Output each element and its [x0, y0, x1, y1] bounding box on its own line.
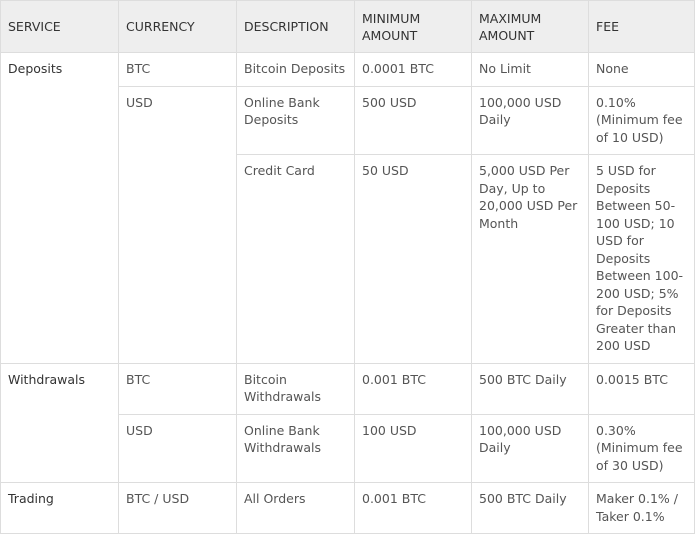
table-row: Withdrawals BTC Bitcoin Withdrawals 0.00… [0, 362, 695, 483]
description-cell: Bitcoin Deposits [236, 52, 355, 87]
table-body: Deposits BTC Bitcoin Deposits 0.0001 BTC… [0, 52, 695, 534]
currency-cell: BTC [118, 362, 237, 415]
maximum-cell: 500 BTC Daily [471, 482, 589, 534]
header-description: DESCRIPTION [236, 0, 355, 53]
header-fee: FEE [588, 0, 695, 53]
minimum-cell: 100 USD [354, 413, 472, 483]
maximum-cell: 100,000 USD Daily [471, 85, 589, 155]
fee-cell: 0.0015 BTC [588, 362, 695, 415]
maximum-cell: No Limit [471, 52, 589, 87]
description-cell: Credit Card [236, 154, 355, 364]
fee-table: SERVICE CURRENCY DESCRIPTION MINIMUM AMO… [0, 0, 695, 534]
minimum-cell: 0.001 BTC [354, 482, 472, 534]
maximum-cell: 500 BTC Daily [471, 362, 589, 415]
maximum-cell: 5,000 USD Per Day, Up to 20,000 USD Per … [471, 154, 589, 364]
currency-cell: BTC / USD [118, 482, 237, 534]
header-maximum-amount: MAXIMUM AMOUNT [471, 0, 589, 53]
header-minimum-amount: MINIMUM AMOUNT [354, 0, 472, 53]
minimum-cell: 0.001 BTC [354, 362, 472, 415]
table-row: Deposits BTC Bitcoin Deposits 0.0001 BTC… [0, 52, 695, 364]
currency-cell: USD [118, 413, 237, 483]
fee-cell: 0.30% (Minimum fee of 30 USD) [588, 413, 695, 483]
header-currency: CURRENCY [118, 0, 237, 53]
currency-cell: BTC [118, 52, 237, 87]
description-cell: All Orders [236, 482, 355, 534]
description-cell: Online Bank Withdrawals [236, 413, 355, 483]
service-deposits: Deposits [0, 52, 119, 364]
header-service: SERVICE [0, 0, 119, 53]
minimum-cell: 0.0001 BTC [354, 52, 472, 87]
fee-cell: 0.10% (Minimum fee of 10 USD) [588, 85, 695, 155]
description-cell: Online Bank Deposits [236, 85, 355, 155]
minimum-cell: 500 USD [354, 85, 472, 155]
maximum-cell: 100,000 USD Daily [471, 413, 589, 483]
fee-cell: None [588, 52, 695, 87]
currency-cell: USD [118, 85, 237, 364]
table-header: SERVICE CURRENCY DESCRIPTION MINIMUM AMO… [0, 0, 695, 53]
table-row: Trading BTC / USD All Orders 0.001 BTC 5… [0, 482, 695, 534]
description-cell: Bitcoin Withdrawals [236, 362, 355, 415]
fee-cell: 5 USD for Deposits Between 50-100 USD; 1… [588, 154, 695, 364]
fee-cell: Maker 0.1% / Taker 0.1% [588, 482, 695, 534]
service-trading: Trading [0, 482, 119, 534]
service-withdrawals: Withdrawals [0, 362, 119, 483]
minimum-cell: 50 USD [354, 154, 472, 364]
header-row: SERVICE CURRENCY DESCRIPTION MINIMUM AMO… [0, 0, 695, 53]
